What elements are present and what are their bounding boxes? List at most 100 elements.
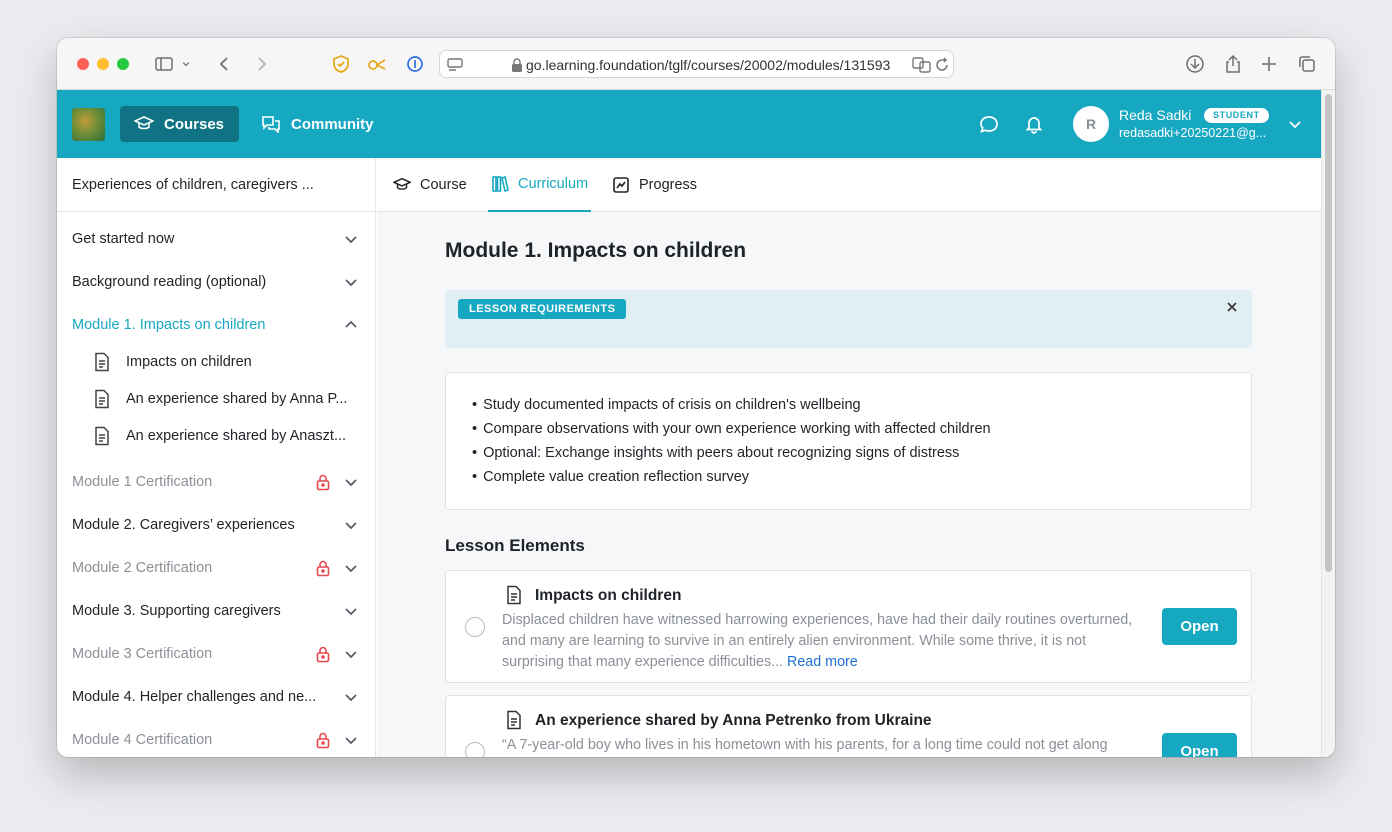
chat-bubbles-icon bbox=[262, 116, 280, 133]
user-name[interactable]: Reda Sadki bbox=[1119, 107, 1191, 123]
lesson-title[interactable]: Impacts on children bbox=[535, 587, 681, 605]
chevron-down-icon[interactable] bbox=[343, 732, 359, 748]
sidebar-item-label: Background reading (optional) bbox=[72, 274, 267, 290]
sidebar-item-module-1[interactable]: Module 1. Impacts on children bbox=[57, 304, 375, 347]
main-content: Course Curriculum Progress Module 1. Imp… bbox=[377, 158, 1321, 757]
chevron-down-icon[interactable] bbox=[343, 274, 359, 290]
sidebar-toggle-icon[interactable] bbox=[152, 52, 176, 76]
completion-radio[interactable] bbox=[465, 617, 485, 637]
sidebar-item-label: Module 2 Certification bbox=[72, 560, 213, 576]
sidebar-item-label: Module 4. Helper challenges and ne... bbox=[72, 689, 317, 705]
close-window-button[interactable] bbox=[77, 58, 89, 70]
sidebar-item-label: Module 3 Certification bbox=[72, 646, 213, 662]
page-title: Module 1. Impacts on children bbox=[445, 239, 747, 262]
downloads-icon[interactable] bbox=[1183, 52, 1207, 76]
course-sidebar: Experiences of children, caregivers ... … bbox=[57, 158, 376, 757]
chevron-down-icon[interactable] bbox=[343, 646, 359, 662]
sidebar-item-get-started[interactable]: Get started now bbox=[57, 218, 375, 261]
list-item: Optional: Exchange insights with peers a… bbox=[472, 445, 1251, 469]
minimize-window-button[interactable] bbox=[97, 58, 109, 70]
close-icon[interactable] bbox=[1225, 300, 1239, 314]
page-scrollbar[interactable] bbox=[1321, 90, 1335, 757]
sidebar-item-module-1-certification[interactable]: Module 1 Certification bbox=[57, 461, 375, 504]
chevron-down-icon[interactable] bbox=[343, 603, 359, 619]
tab-course[interactable]: Course bbox=[393, 158, 467, 212]
open-lesson-button[interactable]: Open bbox=[1162, 608, 1237, 645]
completion-radio[interactable] bbox=[465, 742, 485, 757]
tab-label: Curriculum bbox=[518, 176, 589, 192]
share-icon[interactable] bbox=[1221, 52, 1245, 76]
lock-icon bbox=[510, 57, 524, 73]
document-icon bbox=[505, 710, 523, 730]
requirements-list: Study documented impacts of crisis on ch… bbox=[445, 372, 1252, 510]
avatar[interactable]: R bbox=[1073, 106, 1109, 142]
zoom-window-button[interactable] bbox=[117, 58, 129, 70]
sidebar-item-label: Module 1. Impacts on children bbox=[72, 317, 266, 333]
chevron-down-icon[interactable] bbox=[343, 560, 359, 576]
lock-icon bbox=[315, 731, 331, 749]
sidebar-item-module-2[interactable]: Module 2. Caregivers’ experiences bbox=[57, 504, 375, 547]
sidebar-lesson-impacts[interactable]: Impacts on children bbox=[57, 344, 375, 381]
translate-icon[interactable] bbox=[912, 56, 932, 74]
requirements-badge: LESSON REQUIREMENTS bbox=[458, 299, 627, 319]
list-item: Complete value creation reflection surve… bbox=[472, 469, 1251, 493]
requirements-banner: LESSON REQUIREMENTS bbox=[445, 290, 1252, 348]
document-icon bbox=[93, 352, 111, 372]
back-arrow-icon[interactable] bbox=[213, 52, 237, 76]
list-item: Study documented impacts of crisis on ch… bbox=[472, 397, 1251, 421]
new-tab-icon[interactable] bbox=[1257, 52, 1281, 76]
chevron-up-icon[interactable] bbox=[343, 317, 359, 333]
sidebar-item-module-2-certification[interactable]: Module 2 Certification bbox=[57, 547, 375, 590]
page-menu-icon[interactable] bbox=[446, 56, 464, 74]
messages-icon[interactable] bbox=[979, 114, 999, 134]
read-more-link[interactable]: Read more bbox=[787, 654, 858, 670]
sidebar-item-label: Module 1 Certification bbox=[72, 474, 213, 490]
bell-icon[interactable] bbox=[1024, 114, 1044, 134]
reload-icon[interactable] bbox=[934, 56, 950, 74]
sidebar-item-label: Module 4 Certification bbox=[72, 732, 213, 748]
chevron-down-icon[interactable] bbox=[179, 52, 193, 76]
nav-community-button[interactable]: Community bbox=[261, 106, 374, 142]
forward-arrow-icon[interactable] bbox=[249, 52, 273, 76]
password-extension-icon[interactable] bbox=[403, 52, 427, 76]
sidebar-lesson-label: An experience shared by Anaszt... bbox=[126, 428, 347, 444]
chevron-down-icon[interactable] bbox=[343, 517, 359, 533]
books-icon bbox=[492, 175, 509, 193]
chevron-down-icon[interactable] bbox=[1287, 116, 1303, 132]
sidebar-item-module-3-certification[interactable]: Module 3 Certification bbox=[57, 633, 375, 676]
course-tabs: Course Curriculum Progress bbox=[377, 158, 1321, 212]
tab-curriculum[interactable]: Curriculum bbox=[488, 158, 592, 212]
glasses-extension-icon[interactable] bbox=[365, 52, 389, 76]
user-email[interactable]: redasadki+20250221@g... bbox=[1119, 126, 1266, 140]
lesson-card: An experience shared by Anna Petrenko fr… bbox=[445, 695, 1252, 757]
nav-courses-button[interactable]: Courses bbox=[120, 106, 239, 142]
role-badge: STUDENT bbox=[1204, 108, 1269, 123]
shield-extension-icon[interactable] bbox=[329, 52, 353, 76]
scrollbar-thumb[interactable] bbox=[1325, 94, 1332, 572]
chevron-down-icon[interactable] bbox=[343, 231, 359, 247]
sidebar-item-label: Module 3. Supporting caregivers bbox=[72, 603, 281, 619]
sidebar-item-background-reading[interactable]: Background reading (optional) bbox=[57, 261, 375, 304]
lesson-title[interactable]: An experience shared by Anna Petrenko fr… bbox=[535, 712, 932, 730]
sidebar-lesson-anaszt[interactable]: An experience shared by Anaszt... bbox=[57, 418, 375, 455]
lesson-elements-heading: Lesson Elements bbox=[445, 536, 585, 555]
browser-toolbar: go.learning.foundation/tglf/courses/2000… bbox=[57, 38, 1335, 90]
open-lesson-button[interactable]: Open bbox=[1162, 733, 1237, 757]
document-icon bbox=[93, 389, 111, 409]
chevron-down-icon[interactable] bbox=[343, 474, 359, 490]
document-icon bbox=[505, 585, 523, 605]
sidebar-item-label: Module 2. Caregivers’ experiences bbox=[72, 517, 295, 533]
sidebar-item-module-4[interactable]: Module 4. Helper challenges and ne... bbox=[57, 676, 375, 719]
chevron-down-icon[interactable] bbox=[343, 689, 359, 705]
tab-label: Course bbox=[420, 177, 467, 193]
sidebar-item-module-3[interactable]: Module 3. Supporting caregivers bbox=[57, 590, 375, 633]
sidebar-course-title[interactable]: Experiences of children, caregivers ... bbox=[57, 158, 375, 212]
lesson-card: Impacts on children Displaced children h… bbox=[445, 570, 1252, 683]
site-logo[interactable] bbox=[72, 108, 105, 141]
address-bar[interactable]: go.learning.foundation/tglf/courses/2000… bbox=[439, 50, 954, 78]
sidebar-lesson-anna[interactable]: An experience shared by Anna P... bbox=[57, 381, 375, 418]
sidebar-item-module-4-certification[interactable]: Module 4 Certification bbox=[57, 719, 375, 757]
tab-progress[interactable]: Progress bbox=[612, 158, 697, 212]
tab-overview-icon[interactable] bbox=[1295, 52, 1319, 76]
browser-window: go.learning.foundation/tglf/courses/2000… bbox=[57, 38, 1335, 757]
